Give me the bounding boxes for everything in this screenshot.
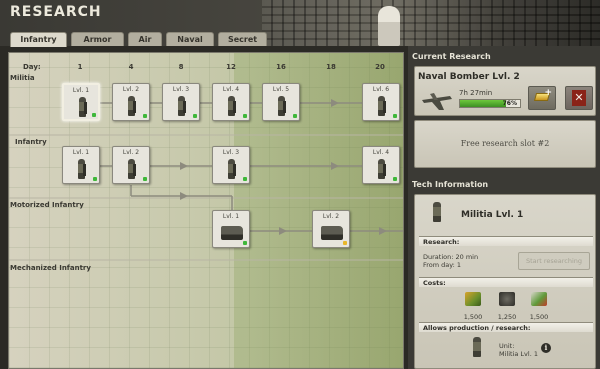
research-duration: Duration: 20 min [423,253,479,261]
free-research-slot: Free research slot #2 [460,139,550,148]
costs-subheading: Costs: [419,277,593,287]
category-militia: Militia [10,74,35,82]
category-mechanized-infantry: Mechanized Infantry [10,264,91,272]
day-12: 12 [226,63,236,71]
unit-name: Militia Lvl. 1 [499,350,538,358]
tab-secret[interactable]: Secret [218,32,267,46]
tech-card-militia-6[interactable]: Lvl. 6 [362,83,400,121]
research-from-day: From day: 1 [423,261,462,269]
card-level-label: Lvl. 2 [322,213,340,220]
status-researched-indicator [143,114,147,118]
soldier-icon [178,96,186,116]
card-level-label: Lvl. 2 [122,86,140,93]
status-researched-indicator [393,114,397,118]
tech-card-infantry-2[interactable]: Lvl. 2 [112,146,150,184]
day-18: 18 [326,63,336,71]
cost-supplies-value: 1,500 [463,313,483,321]
plus-icon: + [544,88,552,98]
current-research-title: Naval Bomber Lvl. 2 [418,72,520,82]
status-researched-indicator [243,241,247,245]
tab-infantry[interactable]: Infantry [10,32,67,47]
tech-card-infantry-1[interactable]: Lvl. 1 [62,146,100,184]
components-icon [531,292,547,306]
research-progress-text: 76% [502,100,517,107]
card-level-label: Lvl. 1 [222,213,240,220]
tech-card-militia-5[interactable]: Lvl. 5 [262,83,300,121]
tab-armor[interactable]: Armor [71,32,124,46]
supplies-icon [465,292,481,306]
status-researched-indicator [93,177,97,181]
card-level-label: Lvl. 4 [222,86,240,93]
tab-air[interactable]: Air [128,32,162,46]
status-researched-indicator [293,114,297,118]
soldier-icon [473,337,481,357]
status-researched-indicator [193,114,197,118]
day-4: 4 [128,63,134,71]
truck-icon [321,226,343,240]
info-icon[interactable]: i [541,343,551,353]
tech-card-militia-4[interactable]: Lvl. 4 [212,83,250,121]
soldier-icon [433,202,441,222]
tech-card-militia-3[interactable]: Lvl. 3 [162,83,200,121]
soldier-icon [79,97,87,117]
card-level-label: Lvl. 5 [272,86,290,93]
day-20: 20 [375,63,385,71]
day-1: 1 [77,63,83,71]
research-time-left: 7h 27min [459,89,493,97]
tech-card-militia-2[interactable]: Lvl. 2 [112,83,150,121]
tech-information-heading: Tech Information [412,180,489,189]
card-level-label: Lvl. 4 [372,149,390,156]
category-motorized-infantry: Motorized Infantry [10,201,84,209]
allows-production-subheading: Allows production / research: [419,322,593,332]
tab-naval[interactable]: Naval [166,32,214,46]
category-infantry: Infantry [15,138,47,146]
tech-card-motorized-2[interactable]: Lvl. 2 [312,210,350,248]
soldier-icon [278,96,286,116]
soldier-icon [228,159,236,179]
cost-components-value: 1,500 [529,313,549,321]
header-photo [262,0,600,46]
tech-card-infantry-3[interactable]: Lvl. 3 [212,146,250,184]
status-researched-indicator [393,177,397,181]
cost-metal-value: 1,250 [497,313,517,321]
status-available-indicator [343,241,347,245]
close-icon: ✕ [572,90,586,106]
soldier-icon [128,159,136,179]
day-8: 8 [178,63,184,71]
research-progress-bar: 76% [459,99,521,108]
soldier-icon [78,159,86,179]
day-16: 16 [276,63,286,71]
status-researched-indicator [243,114,247,118]
tech-info-name: Militia Lvl. 1 [461,210,524,220]
unit-label: Unit: [499,342,515,350]
status-researched-indicator [92,113,96,117]
plane-icon [422,93,452,110]
truck-icon [221,226,243,240]
soldier-icon [378,96,386,116]
header-photo-figure [378,6,400,46]
start-researching-button[interactable]: Start researching [518,252,590,270]
status-researched-indicator [143,177,147,181]
cancel-research-button[interactable]: ✕ [565,86,593,110]
metal-icon [499,292,515,306]
tech-card-motorized-1[interactable]: Lvl. 1 [212,210,250,248]
research-subheading: Research: [419,236,593,246]
page-title: RESEARCH [10,4,102,20]
card-level-label: Lvl. 3 [222,149,240,156]
status-researched-indicator [243,177,247,181]
soldier-icon [128,96,136,116]
current-research-heading: Current Research [412,52,491,61]
card-level-label: Lvl. 3 [172,86,190,93]
soldier-icon [378,159,386,179]
day-label: Day: [23,63,41,71]
card-level-label: Lvl. 1 [72,87,90,94]
tech-card-infantry-4[interactable]: Lvl. 4 [362,146,400,184]
tech-tree[interactable]: Day: 1 4 8 12 16 18 20 Militia Infantry … [8,52,404,369]
speed-up-gold-button[interactable]: + [528,86,556,110]
card-level-label: Lvl. 2 [122,149,140,156]
card-level-label: Lvl. 1 [72,149,90,156]
soldier-icon [228,96,236,116]
tech-card-militia-1[interactable]: Lvl. 1 [62,83,100,121]
card-level-label: Lvl. 6 [372,86,390,93]
